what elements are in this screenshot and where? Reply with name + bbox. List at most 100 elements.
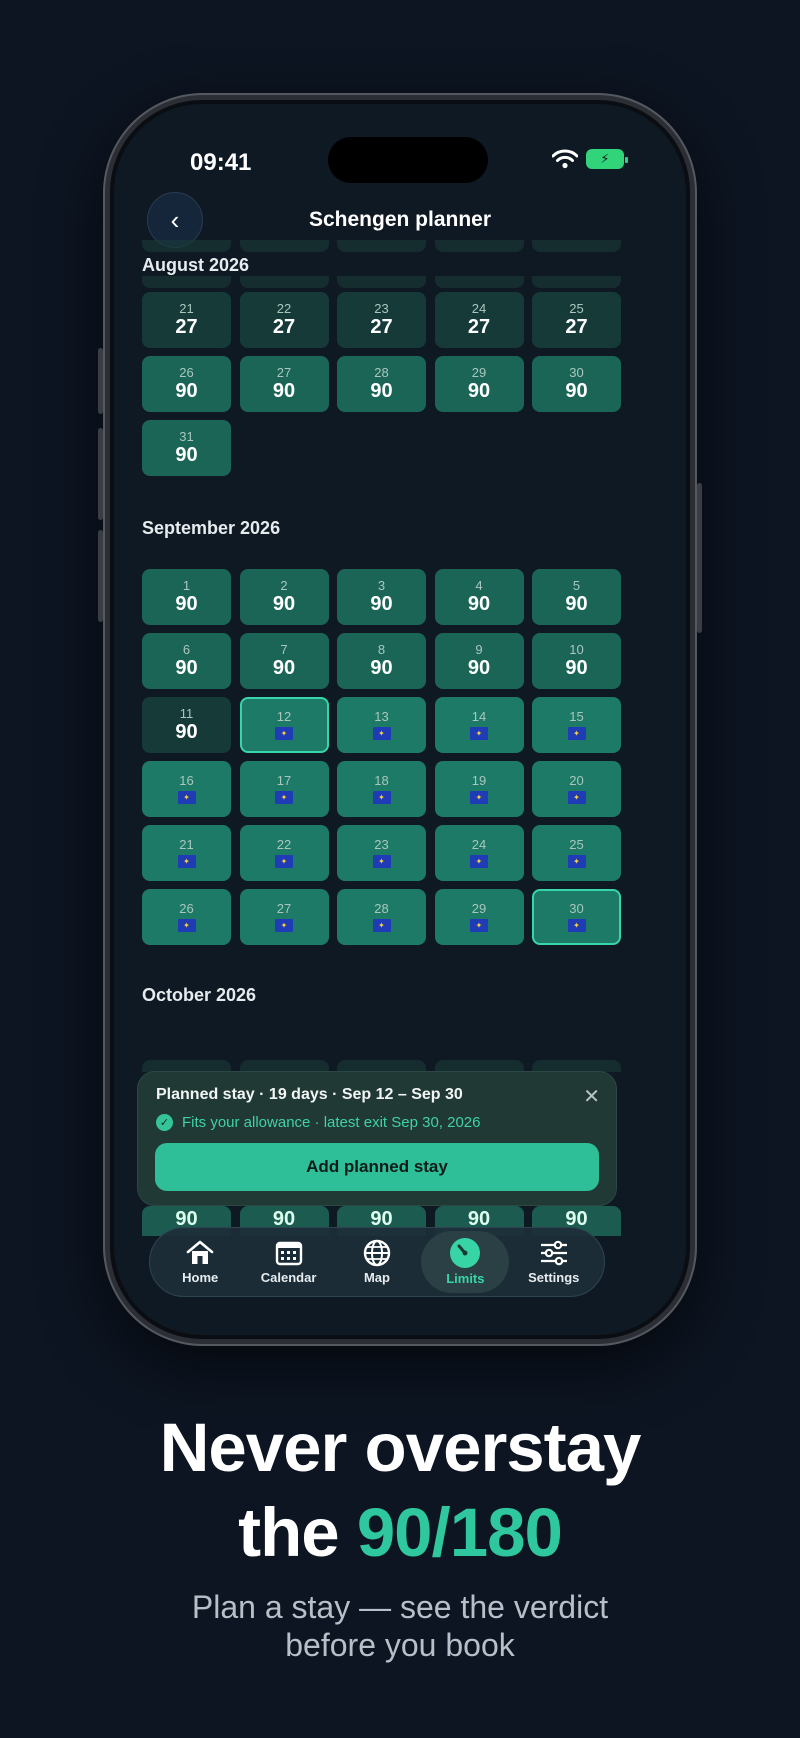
day-number: 15 [569,709,584,724]
calendar-day[interactable]: 29 90 [434,356,524,412]
tab-label: Settings [528,1270,580,1285]
calendar-day[interactable]: 8 90 [337,633,426,689]
tab-home[interactable]: Home [156,1231,244,1293]
calendar-day[interactable]: 11 90 [142,697,231,753]
home-icon [185,1239,215,1267]
day-number: 29 [471,901,487,916]
days-remaining: 90 [272,380,296,402]
calendar-day[interactable]: 23 ✦ [337,825,426,881]
eu-flag-icon: ✦ [372,919,391,932]
calendar-day[interactable]: 13 ✦ [337,697,426,753]
calendar-day[interactable]: 18 ✦ [337,761,426,817]
calendar-day[interactable]: 26 90 [142,356,231,412]
calendar-day[interactable]: 25 ✦ [532,825,621,881]
eu-flag-icon: ✦ [567,727,586,740]
day-number: 25 [569,301,584,316]
eu-flag-icon: ✦ [567,791,586,804]
days-remaining: 90 [565,593,588,615]
day-number: 6 [182,642,191,657]
calendar-day[interactable]: 20 ✦ [532,761,621,817]
calendar-day[interactable]: 7 90 [239,633,329,689]
calendar-day[interactable]: 6 90 [142,633,231,689]
calendar-day[interactable]: 27 ✦ [239,889,329,945]
month-label-august: August 2026 [142,255,250,275]
close-icon[interactable]: ✕ [583,1084,600,1109]
day-number: 4 [475,578,483,593]
days-remaining: 90 [175,721,198,743]
tab-label: Home [182,1270,219,1285]
calendar-day[interactable]: 29 ✦ [434,889,524,945]
screen: 09:41 ⚡ ‹ Schengen planner August 2026 2… [110,100,690,1339]
days-remaining: 27 [175,316,198,338]
month-label-september: September 2026 [142,518,281,538]
day-number: 5 [572,578,581,593]
days-remaining: 90 [272,593,296,615]
calendar-day[interactable]: 22 27 [239,292,329,348]
calendar-day[interactable]: 30 90 [532,356,621,412]
calendar-day[interactable]: 14 ✦ [434,697,524,753]
calendar-day[interactable]: 22 ✦ [239,825,329,881]
eu-flag-icon: ✦ [567,855,586,868]
calendar-day[interactable]: 2 90 [239,569,329,625]
days-remaining: 27 [565,316,588,338]
day-number: 23 [374,301,389,316]
day-number: 21 [179,837,194,852]
tab-map[interactable]: Map [333,1231,421,1293]
days-remaining: 27 [370,316,393,338]
calendar-day[interactable]: 24 27 [434,292,524,348]
add-planned-stay-button[interactable]: Add planned stay [155,1143,599,1191]
day-number: 19 [471,773,487,788]
calendar-day[interactable]: 28 90 [337,356,426,412]
calendar-day[interactable]: 10 90 [532,633,621,689]
calendar-day[interactable]: 5 90 [532,569,621,625]
eu-flag-icon: ✦ [567,919,586,932]
marketing-subline: Plan a stay — see the verdict before you… [0,1588,800,1664]
tab-calendar[interactable]: Calendar [245,1231,333,1293]
days-remaining: 90 [370,593,393,615]
day-number: 13 [374,709,389,724]
day-number: 14 [471,709,487,724]
calendar-day[interactable]: 27 90 [239,356,329,412]
eu-flag-icon: ✦ [275,791,293,804]
days-remaining: 90 [467,593,491,615]
days-remaining: 90 [370,380,393,402]
calendar-day[interactable]: 28 ✦ [337,889,426,945]
calendar-day[interactable]: 21 27 [142,292,231,348]
headline-line-1: Never overstay [159,1409,642,1486]
eu-flag-icon: ✦ [470,855,488,868]
calendar-day[interactable]: 9 90 [434,633,524,689]
calendar-day[interactable]: 21 ✦ [142,825,231,881]
eu-flag-icon: ✦ [177,855,196,868]
day-number: 25 [569,837,584,852]
day-number: 22 [276,837,292,852]
calendar-day[interactable]: 31 90 [142,420,231,476]
calendar-day[interactable]: 19 ✦ [434,761,524,817]
calendar-day[interactable]: 17 ✦ [239,761,329,817]
calendar-day[interactable]: 25 27 [532,292,621,348]
day-number: 20 [569,773,584,788]
tab-limits[interactable]: Limits [421,1231,510,1293]
calendar-day[interactable]: 3 90 [337,569,426,625]
day-number: 23 [374,837,389,852]
status-icons: ⚡ [552,149,628,169]
calendar-day[interactable]: 26 ✦ [142,889,231,945]
volume-up-button [98,428,103,520]
calendar-day[interactable]: 16 ✦ [142,761,231,817]
day-number: 12 [276,709,292,724]
calendar-day[interactable]: 12 ✦ [239,697,329,753]
check-circle-icon: ✓ [156,1114,173,1131]
subline-line-2: before you book [285,1627,515,1663]
calendar-day[interactable]: 15 ✦ [532,697,621,753]
calendar-day[interactable]: 23 27 [337,292,426,348]
calendar-day[interactable]: 30 ✦ [532,889,621,945]
day-number: 31 [179,429,194,444]
day-number: 8 [377,642,386,657]
day-number: 9 [475,642,483,657]
allowance-status-text: Fits your allowance · latest exit Sep 30… [182,1114,481,1131]
planned-stay-panel: Planned stay · 19 days · Sep 12 – Sep 30… [137,1071,617,1206]
tab-settings[interactable]: Settings [510,1231,598,1293]
calendar-day[interactable]: 4 90 [434,569,524,625]
calendar-day[interactable]: 1 90 [142,569,231,625]
day-number: 30 [569,365,584,380]
calendar-day[interactable]: 24 ✦ [434,825,524,881]
